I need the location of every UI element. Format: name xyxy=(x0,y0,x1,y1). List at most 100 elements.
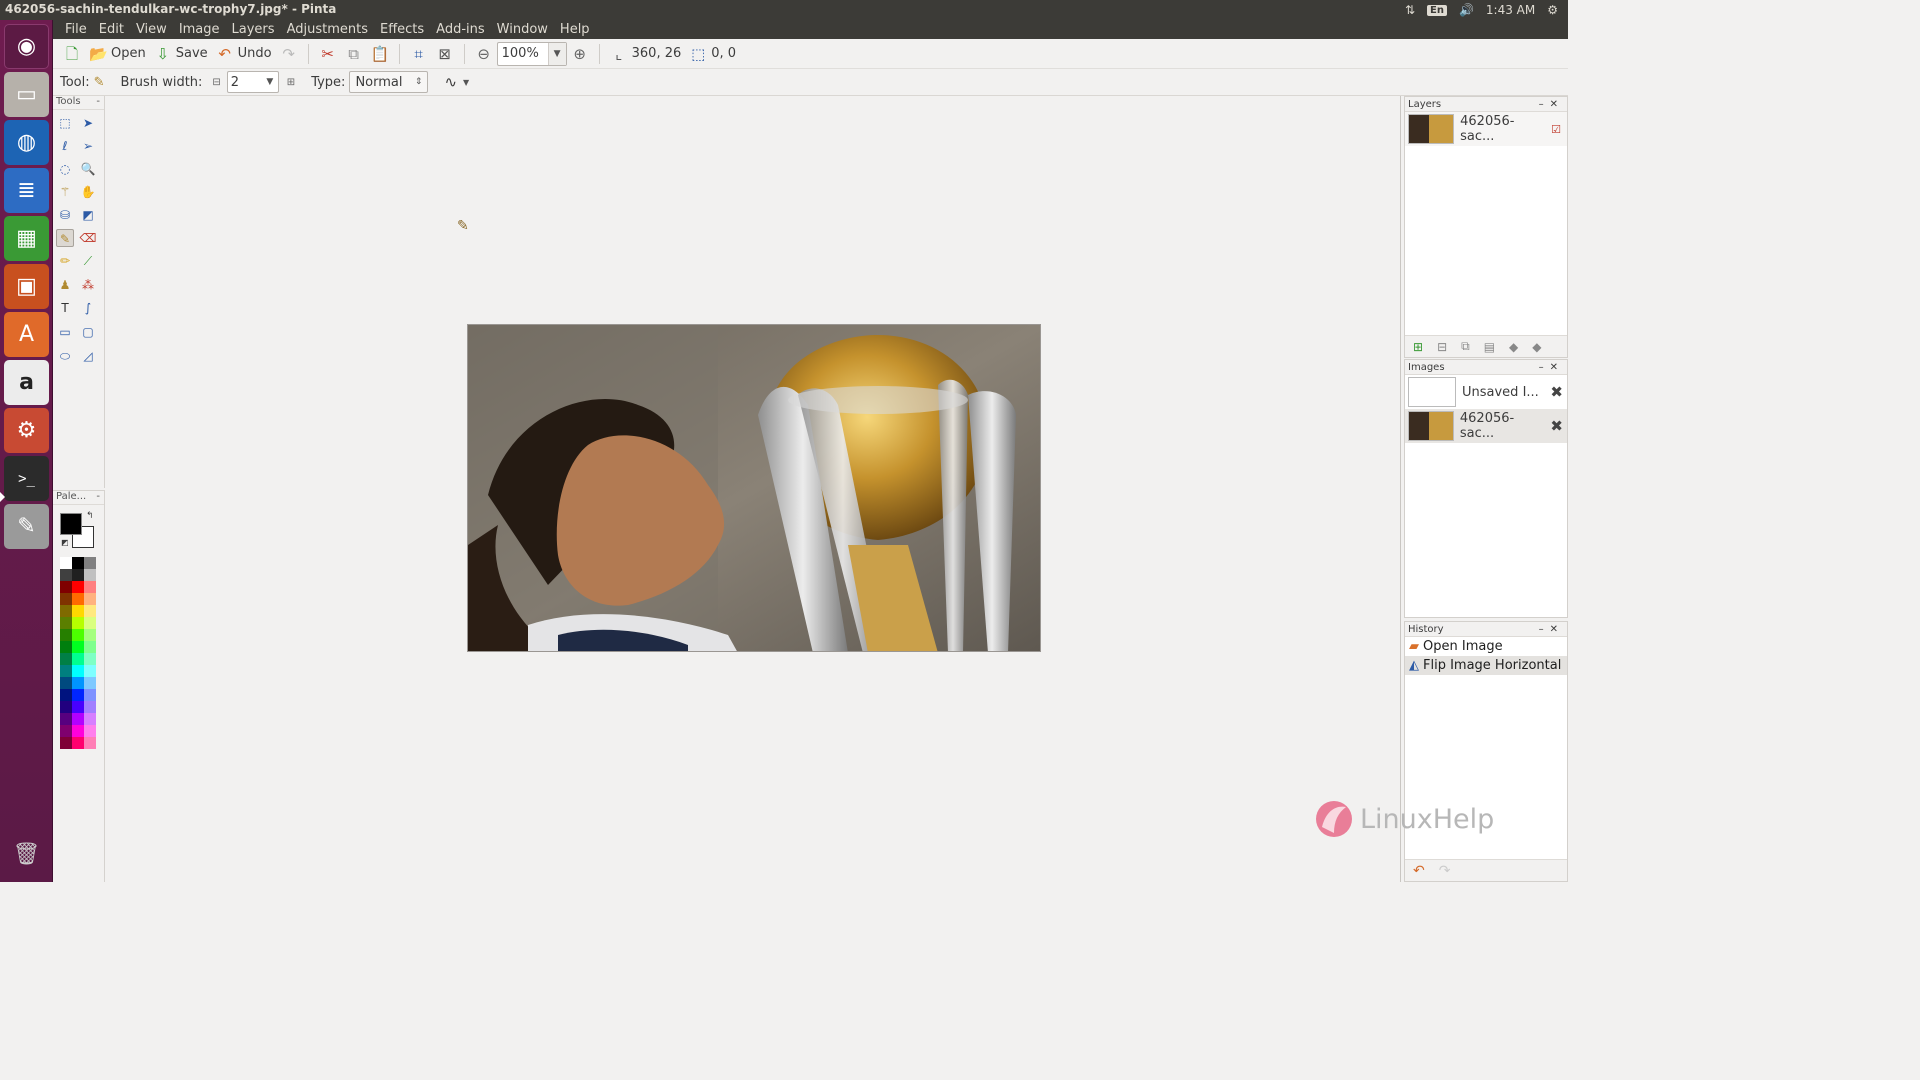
collapse-icon[interactable]: - xyxy=(96,96,100,109)
ellipse-select-icon[interactable]: ◌ xyxy=(56,160,74,178)
volume-icon[interactable]: 🔊 xyxy=(1459,3,1474,17)
menu-effects[interactable]: Effects xyxy=(374,22,430,37)
undo-button[interactable]: ↶ Undo xyxy=(212,42,276,66)
zoom-in-button[interactable]: ⊕ xyxy=(567,42,593,66)
trash-icon[interactable]: 🗑 xyxy=(4,832,49,877)
increase-brush-icon[interactable]: ⊞ xyxy=(287,77,295,88)
freeform-shape-icon[interactable]: ◿ xyxy=(79,347,97,365)
firefox-icon[interactable]: ◍ xyxy=(4,120,49,165)
ubuntu-dash-icon[interactable]: ◉ xyxy=(4,24,49,69)
chevron-down-icon[interactable]: ▼ xyxy=(463,78,469,87)
ellipse-icon[interactable]: ⬭ xyxy=(56,347,74,365)
close-image-icon[interactable]: ✖ xyxy=(1550,383,1563,401)
brush-width-input[interactable]: 2 ▼ xyxy=(226,71,279,93)
writer-icon[interactable]: ≣ xyxy=(4,168,49,213)
recolor-icon[interactable]: ⁂ xyxy=(79,276,97,294)
rounded-rectangle-icon[interactable]: ▢ xyxy=(79,323,97,341)
pinta-icon[interactable]: ✎ xyxy=(4,504,49,549)
cut-button[interactable]: ✂ xyxy=(315,42,341,66)
rectangle-icon[interactable]: ▭ xyxy=(56,323,74,341)
menu-edit[interactable]: Edit xyxy=(93,22,130,37)
brush-width-value[interactable]: 2 xyxy=(228,75,262,90)
image-canvas[interactable] xyxy=(467,324,1041,652)
close-image-icon[interactable]: ✖ xyxy=(1550,417,1563,435)
deselect-button[interactable]: ⊠ xyxy=(432,42,458,66)
close-icon[interactable]: ✕ xyxy=(1550,99,1564,110)
history-item[interactable]: ▰ Open Image xyxy=(1405,637,1567,656)
zoom-value[interactable]: 100% xyxy=(498,46,548,61)
antialiasing-icon[interactable]: ∿ xyxy=(444,73,457,91)
paste-button[interactable]: 📋 xyxy=(367,42,393,66)
collapse-icon[interactable]: - xyxy=(96,491,100,504)
menu-file[interactable]: File xyxy=(59,22,93,37)
decrease-brush-icon[interactable]: ⊟ xyxy=(212,77,220,88)
minimize-icon[interactable]: – xyxy=(1539,99,1550,110)
pan-hand-icon[interactable]: ✋ xyxy=(79,183,97,201)
new-button[interactable]: 🗋 xyxy=(59,42,85,66)
paintbrush-icon[interactable]: ✎ xyxy=(56,229,74,247)
chevron-down-icon[interactable]: ▼ xyxy=(547,42,566,65)
canvas-area[interactable]: ✎ xyxy=(107,97,1399,882)
close-icon[interactable]: ✕ xyxy=(1550,362,1564,373)
amazon-icon[interactable]: a xyxy=(4,360,49,405)
move-layer-down-icon[interactable]: ◆ xyxy=(1532,340,1541,354)
terminal-icon[interactable]: >_ xyxy=(4,456,49,501)
lasso-select-icon[interactable]: ℓ xyxy=(56,137,74,155)
zoom-tool-icon[interactable]: 🔍 xyxy=(79,160,97,178)
zoom-combo[interactable]: 100% ▼ xyxy=(496,41,567,66)
save-button[interactable]: ⇩ Save xyxy=(150,42,212,66)
clone-stamp-icon[interactable]: ♟ xyxy=(56,276,74,294)
image-row-unsaved[interactable]: Unsaved I... ✖ xyxy=(1405,375,1567,409)
swap-colors-icon[interactable]: ↰ xyxy=(86,511,94,521)
keyboard-language[interactable]: En xyxy=(1427,4,1447,16)
delete-layer-icon[interactable]: ⊟ xyxy=(1437,340,1447,354)
impress-icon[interactable]: ▣ xyxy=(4,264,49,309)
menu-addins[interactable]: Add-ins xyxy=(430,22,490,37)
software-center-icon[interactable]: A xyxy=(4,312,49,357)
crop-to-selection-button[interactable]: ⌗ xyxy=(406,42,432,66)
system-settings-icon[interactable]: ⚙ xyxy=(4,408,49,453)
color-picker-icon[interactable]: ⟋ xyxy=(79,252,97,270)
text-tool-icon[interactable]: T xyxy=(56,299,74,317)
merge-layer-icon[interactable]: ▤ xyxy=(1484,340,1495,354)
network-icon[interactable]: ⇅ xyxy=(1405,3,1415,17)
history-undo-icon[interactable]: ↶ xyxy=(1413,863,1425,879)
layer-visible-checkbox[interactable]: ☑ xyxy=(1551,123,1561,136)
line-curve-icon[interactable]: ∫ xyxy=(79,299,97,317)
zoom-out-button[interactable]: ⊖ xyxy=(471,42,497,66)
eraser-icon[interactable]: ⌫ xyxy=(79,229,97,247)
move-selection-icon[interactable]: ➢ xyxy=(79,137,97,155)
magic-wand-icon[interactable]: ⚚ xyxy=(56,183,74,201)
menu-window[interactable]: Window xyxy=(491,22,554,37)
copy-button[interactable]: ⧉ xyxy=(341,42,367,66)
move-selected-icon[interactable]: ➤ xyxy=(79,114,97,132)
redo-button[interactable]: ↷ xyxy=(276,42,302,66)
type-select[interactable]: Normal ⇕ xyxy=(349,71,429,93)
history-redo-icon[interactable]: ↷ xyxy=(1439,863,1451,879)
open-button[interactable]: 📂 Open xyxy=(85,42,150,66)
primary-color-swatch[interactable] xyxy=(60,513,82,535)
settings-gear-icon[interactable]: ⚙ xyxy=(1547,3,1558,17)
rectangle-select-icon[interactable]: ⬚ xyxy=(56,114,74,132)
reset-colors-icon[interactable]: ◩ xyxy=(61,538,69,547)
menu-image[interactable]: Image xyxy=(173,22,226,37)
calc-icon[interactable]: ▦ xyxy=(4,216,49,261)
minimize-icon[interactable]: – xyxy=(1539,362,1550,373)
add-layer-icon[interactable]: ⊞ xyxy=(1413,340,1423,354)
chevron-down-icon[interactable]: ▼ xyxy=(262,77,278,87)
pencil-icon[interactable]: ✏ xyxy=(56,252,74,270)
menu-layers[interactable]: Layers xyxy=(226,22,281,37)
history-item-selected[interactable]: ◭ Flip Image Horizontal xyxy=(1405,656,1567,675)
menu-help[interactable]: Help xyxy=(554,22,596,37)
close-icon[interactable]: ✕ xyxy=(1550,624,1564,635)
layer-row[interactable]: 462056-sac... ☑ xyxy=(1405,112,1567,146)
gradient-icon[interactable]: ◩ xyxy=(79,206,97,224)
files-icon[interactable]: ▭ xyxy=(4,72,49,117)
clock[interactable]: 1:43 AM xyxy=(1486,3,1535,17)
paint-bucket-icon[interactable]: ⛁ xyxy=(56,206,74,224)
minimize-icon[interactable]: – xyxy=(1539,624,1550,635)
image-row-active[interactable]: 462056-sac... ✖ xyxy=(1405,409,1567,443)
menu-adjustments[interactable]: Adjustments xyxy=(281,22,374,37)
menu-view[interactable]: View xyxy=(130,22,173,37)
duplicate-layer-icon[interactable]: ⧉ xyxy=(1461,339,1470,354)
